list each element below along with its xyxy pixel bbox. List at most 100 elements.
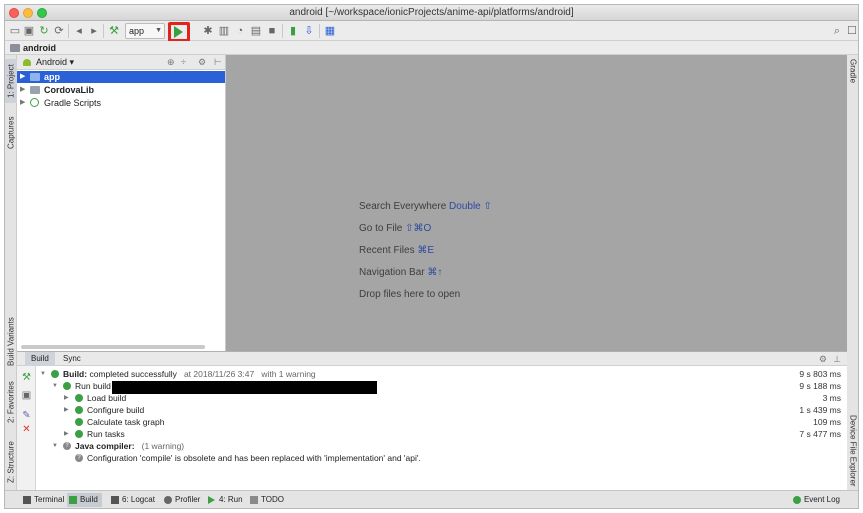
tab-gradle[interactable]: Gradle (847, 59, 858, 99)
tool-tab-label: 6: Logcat (122, 495, 155, 504)
open-folder-icon[interactable]: ▭ (8, 24, 22, 38)
tab-project[interactable]: 1: Project (5, 59, 17, 103)
window-title: android [~/workspace/ionicProjects/anime… (289, 7, 574, 18)
tool-tab-todo[interactable]: TODO (248, 493, 288, 507)
build-row-warning[interactable]: ? Configuration 'compile' is obsolete an… (36, 452, 847, 464)
toggle-view-icon[interactable]: ▣ (21, 390, 32, 401)
build-summary-label: Build: (63, 369, 88, 379)
run-configuration-select[interactable]: app ▼ (125, 23, 165, 39)
warning-icon: ? (75, 454, 83, 462)
build-summary-warning: with 1 warning (261, 369, 316, 379)
stop-icon[interactable]: ■ (265, 24, 279, 38)
tab-sync[interactable]: Sync (57, 352, 87, 366)
success-icon (75, 430, 83, 438)
sync-icon[interactable]: ↻ (37, 24, 51, 38)
scroll-from-source-icon[interactable]: ⊕ (167, 56, 175, 69)
hint-shortcut: ⌘E (417, 245, 435, 256)
project-view-selector[interactable]: Android ▾ (23, 56, 74, 69)
build-row-run-tasks[interactable]: ▶ Run tasks 7 s 477 ms (36, 428, 847, 440)
expand-arrow-icon[interactable]: ▶ (64, 428, 69, 440)
close-icon[interactable]: ✕ (21, 424, 32, 435)
tab-gradle-label: Gradle (848, 59, 858, 84)
horizontal-scrollbar[interactable] (21, 345, 205, 349)
todo-icon (250, 496, 258, 504)
tab-device-file-explorer[interactable]: Device File Explorer (847, 415, 858, 491)
tab-captures[interactable]: Captures (5, 111, 17, 155)
tool-tab-terminal[interactable]: Terminal (21, 493, 68, 507)
sdk-manager-icon[interactable]: ▮ (286, 24, 300, 38)
hint-navigation-bar: Navigation Bar ⌘↑ (359, 267, 442, 278)
chevron-down-icon: ▼ (155, 27, 162, 34)
avd-manager-icon[interactable]: ⇩ (302, 24, 316, 38)
build-hammer-icon[interactable]: ⚒ (107, 24, 121, 38)
save-icon[interactable]: ▣ (22, 24, 36, 38)
breadcrumb-label: android (23, 43, 56, 53)
tree-item-app[interactable]: ▶ app (17, 71, 225, 83)
collapse-all-icon[interactable]: ÷ (181, 56, 186, 69)
warning-message: Configuration 'compile' is obsolete and … (87, 453, 421, 463)
attach-debugger-icon[interactable]: ▤ (249, 24, 263, 38)
tab-structure[interactable]: Z: Structure (5, 437, 17, 487)
tool-tab-profiler[interactable]: Profiler (162, 493, 204, 507)
gear-icon[interactable]: ⚙ (819, 352, 827, 366)
tab-device-file-explorer-label: Device File Explorer (848, 415, 858, 487)
collapse-arrow-icon[interactable]: ▼ (52, 440, 58, 452)
tool-tab-label: TODO (261, 495, 284, 504)
build-duration: 1 s 439 ms (799, 405, 841, 415)
build-row-calculate-task-graph[interactable]: Calculate task graph 109 ms (36, 416, 847, 428)
tool-tab-run[interactable]: 4: Run (206, 493, 247, 507)
project-structure-icon[interactable]: ▦ (323, 24, 337, 38)
gear-icon[interactable]: ⚙ (198, 56, 206, 69)
pin-icon[interactable]: ✎ (21, 410, 32, 421)
tool-tab-logcat[interactable]: 6: Logcat (109, 493, 159, 507)
logcat-icon (111, 496, 119, 504)
expand-arrow-icon[interactable]: ▶ (20, 71, 25, 83)
build-hammer-icon[interactable]: ⚒ (21, 372, 32, 383)
build-row-run-build[interactable]: ▼ Run build 9 s 188 ms (36, 380, 847, 394)
profile-icon[interactable]: ◔ (233, 24, 247, 38)
tree-item-label: app (44, 72, 61, 82)
hint-recent-files: Recent Files ⌘E (359, 245, 434, 256)
expand-arrow-icon[interactable]: ▶ (64, 392, 69, 404)
tool-tab-event-log[interactable]: Event Log (791, 493, 844, 507)
sync-project-icon[interactable]: ⟳ (52, 24, 66, 38)
expand-arrow-icon[interactable]: ▶ (20, 97, 25, 109)
back-icon[interactable]: ◂ (72, 24, 86, 38)
hint-shortcut: ⇧⌘O (405, 223, 432, 234)
hint-text: Navigation Bar (359, 267, 425, 278)
forward-icon[interactable]: ▸ (87, 24, 101, 38)
run-button-highlight[interactable] (168, 22, 190, 42)
tool-tab-label: 4: Run (219, 495, 243, 504)
expand-arrow-icon[interactable]: ▶ (64, 404, 69, 416)
expand-arrow-icon[interactable]: ▶ (20, 84, 25, 96)
tab-build-variants[interactable]: Build Variants (5, 315, 17, 369)
tree-item-label: CordovaLib (44, 85, 95, 95)
profiler-icon (164, 496, 172, 504)
success-icon (51, 370, 59, 378)
debug-icon[interactable]: ✱ (201, 24, 215, 38)
module-folder-icon (30, 73, 40, 81)
user-icon[interactable]: ☐ (845, 24, 858, 38)
collapse-arrow-icon[interactable]: ▼ (52, 380, 58, 392)
tree-item-gradle-scripts[interactable]: ▶ Gradle Scripts (17, 97, 225, 109)
hide-panel-icon[interactable]: ⊢ (214, 56, 222, 69)
tab-captures-label: Captures (6, 116, 16, 150)
tool-tab-build[interactable]: Build (67, 493, 102, 507)
search-icon[interactable]: ⌕ (830, 24, 844, 38)
build-row-summary[interactable]: ▼ Build: completed successfully at 2018/… (36, 368, 847, 380)
hint-text: Drop files here to open (359, 289, 461, 300)
build-row-load-build[interactable]: ▶ Load build 3 ms (36, 392, 847, 404)
build-row-configure-build[interactable]: ▶ Configure build 1 s 439 ms (36, 404, 847, 416)
tree-item-cordovalib[interactable]: ▶ CordovaLib (17, 84, 225, 96)
tab-build[interactable]: Build (25, 352, 55, 366)
tool-tab-label: Terminal (34, 495, 65, 504)
hint-go-to-file: Go to File ⇧⌘O (359, 223, 431, 234)
tab-favorites[interactable]: 2: Favorites (5, 377, 17, 427)
hide-panel-icon[interactable]: ⊥ (833, 352, 841, 366)
hint-text: Recent Files (359, 245, 415, 256)
build-row-java-compiler[interactable]: ▼ ? Java compiler: (1 warning) (36, 440, 847, 452)
apply-changes-icon[interactable]: ▥ (217, 24, 231, 38)
run-icon[interactable] (174, 26, 183, 38)
collapse-arrow-icon[interactable]: ▼ (40, 368, 46, 380)
breadcrumb-item-android[interactable]: android (7, 42, 62, 54)
